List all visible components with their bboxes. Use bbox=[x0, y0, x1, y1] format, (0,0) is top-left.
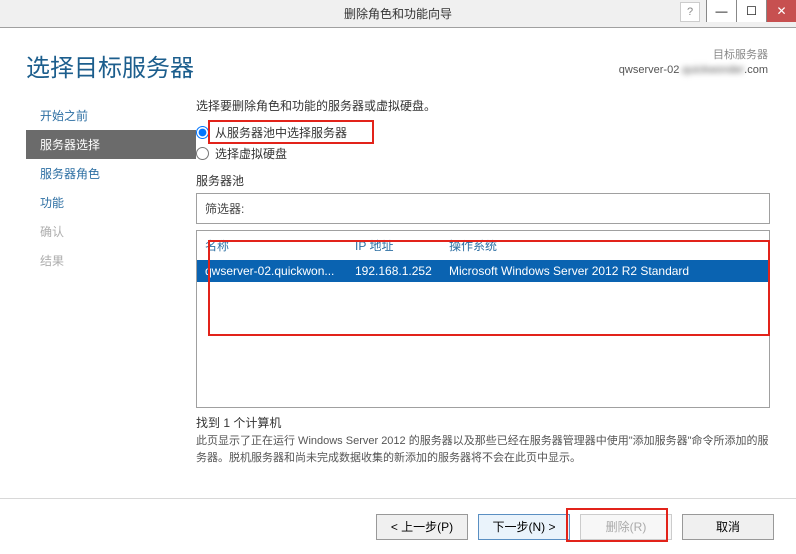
window-controls: — ☐ ✕ bbox=[706, 0, 796, 22]
radio-server-pool[interactable]: 从服务器池中选择服务器 bbox=[196, 124, 770, 141]
page-title: 选择目标服务器 bbox=[26, 48, 194, 83]
radio-vhd[interactable]: 选择虚拟硬盘 bbox=[196, 145, 770, 162]
step-confirmation: 确认 bbox=[26, 217, 196, 246]
table-header: 名称 IP 地址 操作系统 bbox=[197, 231, 769, 260]
cancel-button[interactable]: 取消 bbox=[682, 514, 774, 540]
remove-button: 删除(R) bbox=[580, 514, 672, 540]
destination-label: 目标服务器 bbox=[619, 48, 768, 63]
cell-name: qwserver-02.quickwon... bbox=[205, 264, 355, 278]
found-count: 找到 1 个计算机 bbox=[196, 414, 770, 431]
instruction-text: 选择要删除角色和功能的服务器或虚拟硬盘。 bbox=[196, 97, 770, 114]
col-ip[interactable]: IP 地址 bbox=[355, 237, 449, 254]
step-results: 结果 bbox=[26, 246, 196, 275]
radio-server-pool-label: 从服务器池中选择服务器 bbox=[215, 124, 347, 141]
radio-vhd-label: 选择虚拟硬盘 bbox=[215, 145, 287, 162]
maximize-button[interactable]: ☐ bbox=[736, 0, 766, 22]
main-content: 选择要删除角色和功能的服务器或虚拟硬盘。 从服务器池中选择服务器 选择虚拟硬盘 … bbox=[196, 97, 770, 523]
titlebar: 删除角色和功能向导 ? — ☐ ✕ bbox=[0, 0, 796, 28]
help-button[interactable]: ? bbox=[680, 2, 700, 22]
server-table: 名称 IP 地址 操作系统 qwserver-02.quickwon... 19… bbox=[196, 230, 770, 408]
cell-ip: 192.168.1.252 bbox=[355, 264, 449, 278]
next-button[interactable]: 下一步(N) > bbox=[478, 514, 570, 540]
step-server-roles[interactable]: 服务器角色 bbox=[26, 159, 196, 188]
description-text: 此页显示了正在运行 Windows Server 2012 的服务器以及那些已经… bbox=[196, 433, 770, 466]
step-before-you-begin[interactable]: 开始之前 bbox=[26, 101, 196, 130]
radio-server-pool-input[interactable] bbox=[196, 126, 209, 139]
minimize-button[interactable]: — bbox=[706, 0, 736, 22]
cell-os: Microsoft Windows Server 2012 R2 Standar… bbox=[449, 264, 761, 278]
close-button[interactable]: ✕ bbox=[766, 0, 796, 22]
destination-value: qwserver-02.quickwonder.com bbox=[619, 63, 768, 78]
filter-bar: 筛选器: bbox=[196, 193, 770, 224]
radio-group: 从服务器池中选择服务器 选择虚拟硬盘 bbox=[196, 124, 770, 162]
destination-info: 目标服务器 qwserver-02.quickwonder.com bbox=[619, 48, 770, 79]
wizard-steps: 开始之前 服务器选择 服务器角色 功能 确认 结果 bbox=[26, 97, 196, 523]
step-features[interactable]: 功能 bbox=[26, 188, 196, 217]
col-name[interactable]: 名称 bbox=[205, 237, 355, 254]
step-server-selection[interactable]: 服务器选择 bbox=[26, 130, 196, 159]
filter-input[interactable] bbox=[250, 202, 761, 216]
previous-button[interactable]: < 上一步(P) bbox=[376, 514, 468, 540]
footer: < 上一步(P) 下一步(N) > 删除(R) 取消 bbox=[0, 498, 796, 554]
table-row[interactable]: qwserver-02.quickwon... 192.168.1.252 Mi… bbox=[197, 260, 769, 282]
radio-vhd-input[interactable] bbox=[196, 147, 209, 160]
window-title: 删除角色和功能向导 bbox=[344, 5, 452, 22]
filter-label: 筛选器: bbox=[205, 200, 244, 217]
server-pool-label: 服务器池 bbox=[196, 172, 770, 189]
col-os[interactable]: 操作系统 bbox=[449, 237, 761, 254]
header: 选择目标服务器 目标服务器 qwserver-02.quickwonder.co… bbox=[0, 28, 796, 83]
